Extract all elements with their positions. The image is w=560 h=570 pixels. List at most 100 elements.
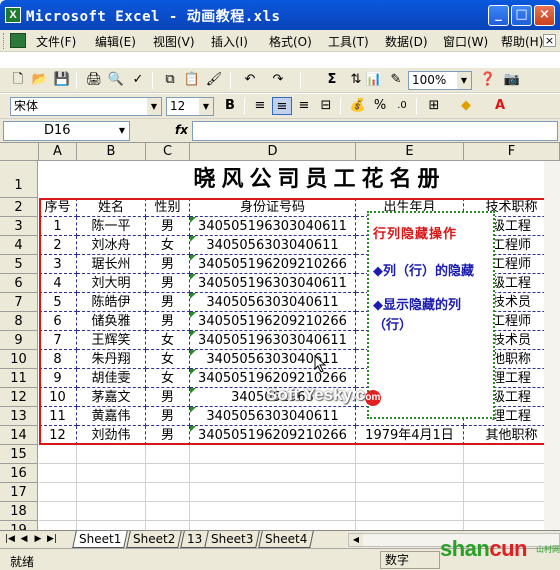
table-cell[interactable]: 茅嘉文 <box>77 388 146 407</box>
undo-icon[interactable]: ↶ <box>240 71 260 89</box>
empty-cell[interactable] <box>356 445 464 464</box>
row-header-4[interactable]: 4 <box>0 236 38 255</box>
chevron-down-icon[interactable]: ▼ <box>457 72 471 89</box>
empty-cell[interactable] <box>146 483 190 502</box>
column-header-a[interactable]: A <box>39 143 77 161</box>
table-cell[interactable]: 340505196209210266 <box>190 312 356 331</box>
empty-cell[interactable] <box>146 502 190 521</box>
autosum-icon[interactable]: Σ <box>322 71 342 89</box>
menu-format[interactable]: 格式(O) <box>269 33 312 50</box>
chevron-down-icon[interactable]: ▼ <box>115 122 129 140</box>
table-cell[interactable]: 3405056303040611 <box>190 293 356 312</box>
menu-insert[interactable]: 插入(I) <box>211 33 248 50</box>
row-header-5[interactable]: 5 <box>0 255 38 274</box>
table-cell[interactable]: 男 <box>146 274 190 293</box>
table-cell[interactable]: 黄嘉伟 <box>77 407 146 426</box>
row-header-1[interactable]: 1 <box>0 161 38 198</box>
header-cell[interactable]: 性别 <box>146 198 190 217</box>
table-cell[interactable]: 5 <box>39 293 77 312</box>
help-icon[interactable]: ❓ <box>478 71 498 89</box>
menu-edit[interactable]: 编辑(E) <box>95 33 136 50</box>
empty-cell[interactable] <box>39 445 77 464</box>
table-cell[interactable]: 男 <box>146 217 190 236</box>
next-sheet-icon[interactable]: ▶ <box>32 534 44 544</box>
tab-sheet4[interactable]: Sheet4 <box>258 531 315 548</box>
redo-icon[interactable]: ↷ <box>268 71 288 89</box>
empty-cell[interactable] <box>356 521 464 530</box>
table-cell[interactable]: 朱丹翔 <box>77 350 146 369</box>
row-header-16[interactable]: 16 <box>0 464 38 483</box>
function-icon[interactable]: fx <box>175 123 188 137</box>
table-cell[interactable]: 11 <box>39 407 77 426</box>
currency-icon[interactable]: 💰 <box>348 97 368 115</box>
name-box[interactable]: D16 ▼ <box>3 121 130 141</box>
empty-cell[interactable] <box>356 502 464 521</box>
table-cell[interactable]: 340505196303040611 <box>190 217 356 236</box>
empty-cell[interactable] <box>146 464 190 483</box>
header-cell[interactable]: 姓名 <box>77 198 146 217</box>
table-cell[interactable]: 8 <box>39 350 77 369</box>
empty-cell[interactable] <box>39 502 77 521</box>
prev-sheet-icon[interactable]: ◀ <box>18 534 30 544</box>
bold-button[interactable]: B <box>220 97 240 115</box>
select-all-corner[interactable] <box>0 143 39 161</box>
excel-app-icon[interactable]: X <box>5 7 21 23</box>
print-icon[interactable]: 🖨 <box>84 71 104 89</box>
table-cell[interactable]: 女 <box>146 350 190 369</box>
empty-cell[interactable] <box>77 445 146 464</box>
sort-icon[interactable]: ⇅ <box>346 71 366 89</box>
zoom-select[interactable]: 100% ▼ <box>408 71 472 90</box>
open-icon[interactable]: 📂 <box>30 71 50 89</box>
menu-view[interactable]: 视图(V) <box>153 33 195 50</box>
empty-cell[interactable] <box>190 445 356 464</box>
font-select[interactable]: 宋体 ▼ <box>10 97 162 116</box>
workbook-icon[interactable] <box>10 33 26 48</box>
empty-cell[interactable] <box>77 521 146 530</box>
camera-icon[interactable]: 📷 <box>502 71 522 89</box>
merge-center-icon[interactable]: ⊟ <box>316 97 336 115</box>
menu-file[interactable]: 文件(F) <box>36 33 76 50</box>
align-center-icon[interactable]: ≡ <box>272 97 292 115</box>
column-header-d[interactable]: D <box>190 143 356 161</box>
font-size-select[interactable]: 12 ▼ <box>166 97 214 116</box>
table-cell[interactable]: 男 <box>146 388 190 407</box>
table-cell[interactable]: 女 <box>146 369 190 388</box>
column-header-f[interactable]: F <box>464 143 560 161</box>
menu-tools[interactable]: 工具(T) <box>328 33 369 50</box>
empty-cell[interactable] <box>39 521 77 530</box>
align-left-icon[interactable]: ≡ <box>250 97 270 115</box>
table-cell[interactable]: 4 <box>39 274 77 293</box>
spelling-icon[interactable]: ✓ <box>128 71 148 89</box>
new-icon[interactable]: 🗋 <box>8 71 28 89</box>
empty-cell[interactable] <box>190 502 356 521</box>
column-header-c[interactable]: C <box>146 143 190 161</box>
row-header-13[interactable]: 13 <box>0 407 38 426</box>
paste-icon[interactable]: 📋 <box>182 71 202 89</box>
empty-cell[interactable] <box>190 521 356 530</box>
formula-input[interactable] <box>192 121 558 141</box>
table-cell[interactable]: 男 <box>146 407 190 426</box>
sheet-title[interactable]: 晓风公司员工花名册 <box>39 161 560 198</box>
mdi-close-icon[interactable]: × <box>543 34 556 47</box>
empty-cell[interactable] <box>146 521 190 530</box>
print-preview-icon[interactable]: 🔍 <box>106 71 126 89</box>
font-color-icon[interactable]: A <box>490 97 510 115</box>
table-cell[interactable]: 男 <box>146 255 190 274</box>
percent-icon[interactable]: % <box>370 97 390 115</box>
align-right-icon[interactable]: ≡ <box>294 97 314 115</box>
table-cell[interactable]: 胡佳雯 <box>77 369 146 388</box>
table-cell[interactable]: 琚长州 <box>77 255 146 274</box>
table-cell[interactable]: 陈皓伊 <box>77 293 146 312</box>
last-sheet-icon[interactable]: ▶| <box>46 534 58 544</box>
table-cell[interactable]: 6 <box>39 312 77 331</box>
empty-cell[interactable] <box>356 483 464 502</box>
table-cell[interactable]: 男 <box>146 293 190 312</box>
table-cell[interactable]: 10 <box>39 388 77 407</box>
table-cell[interactable]: 女 <box>146 236 190 255</box>
empty-cell[interactable] <box>77 483 146 502</box>
format-painter-icon[interactable]: 🖌 <box>204 71 224 89</box>
empty-cell[interactable] <box>146 445 190 464</box>
row-header-11[interactable]: 11 <box>0 369 38 388</box>
chart-wizard-icon[interactable]: 📊 <box>364 71 384 89</box>
row-header-18[interactable]: 18 <box>0 502 38 521</box>
